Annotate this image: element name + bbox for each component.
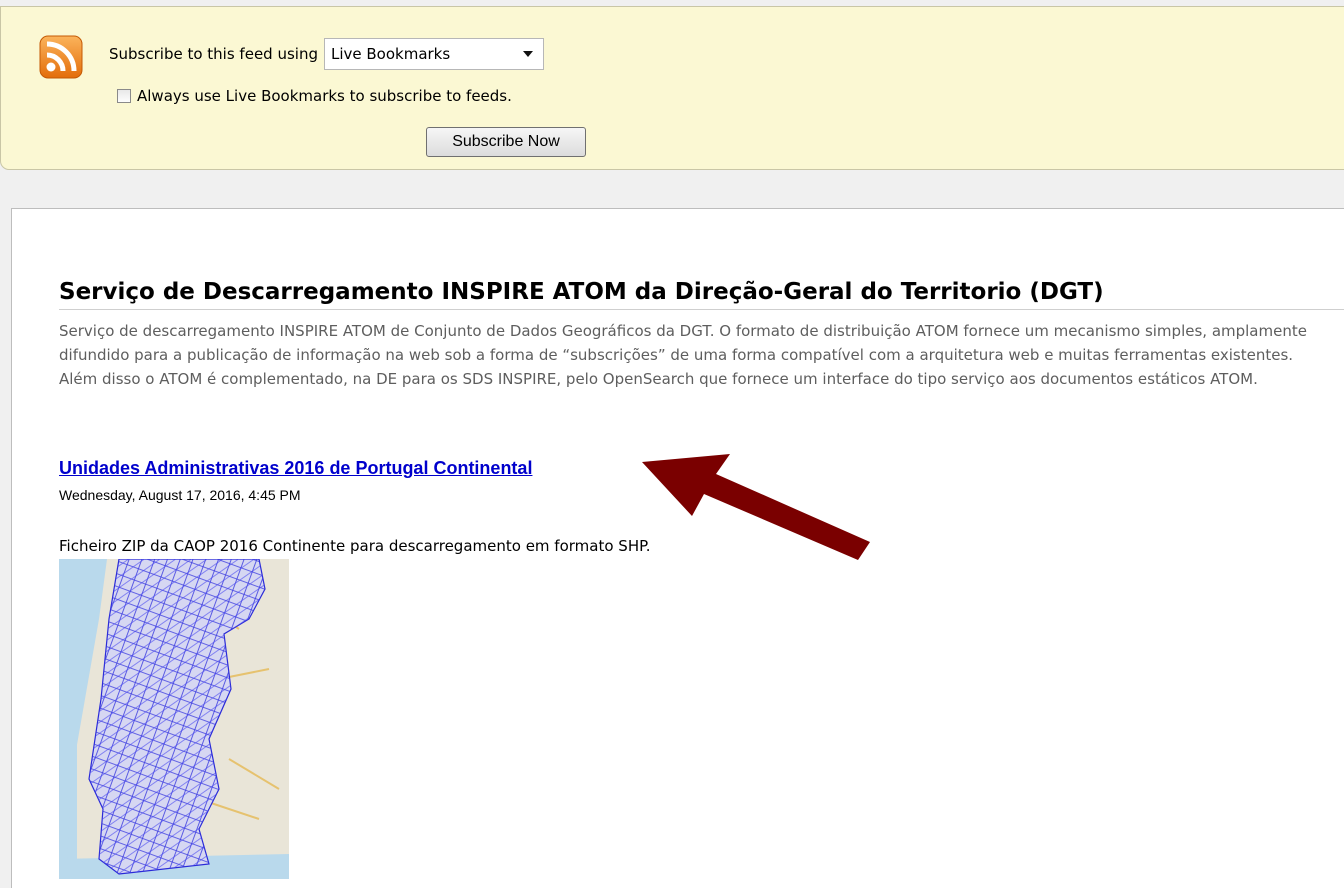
always-use-row[interactable]: Always use Live Bookmarks to subscribe t…: [117, 87, 512, 105]
feed-subtitle: Serviço de descarregamento INSPIRE ATOM …: [59, 322, 1307, 388]
red-arrow-annotation: [642, 454, 870, 560]
feed-reader-select[interactable]: Live Bookmarks: [323, 38, 544, 70]
always-use-checkbox[interactable]: [117, 89, 131, 103]
entry-description: Ficheiro ZIP da CAOP 2016 Continente par…: [59, 537, 651, 555]
subscribe-panel: Subscribe to this feed using Live Bookma…: [0, 6, 1344, 170]
subscribe-now-button[interactable]: Subscribe Now: [426, 127, 586, 157]
chevron-down-icon: [522, 51, 533, 57]
feed-title: Serviço de Descarregamento INSPIRE ATOM …: [59, 277, 1344, 310]
subscribe-using-label: Subscribe to this feed using: [109, 45, 318, 63]
always-use-label: Always use Live Bookmarks to subscribe t…: [137, 87, 512, 105]
entry-date: Wednesday, August 17, 2016, 4:45 PM: [59, 487, 301, 503]
feed-reader-selected: Live Bookmarks: [330, 45, 451, 63]
subscribe-using-row: Subscribe to this feed using Live Bookma…: [109, 37, 544, 71]
portugal-map-image: [59, 559, 289, 879]
rss-feed-icon: [39, 35, 83, 79]
entry-title-link[interactable]: Unidades Administrativas 2016 de Portuga…: [59, 458, 532, 479]
